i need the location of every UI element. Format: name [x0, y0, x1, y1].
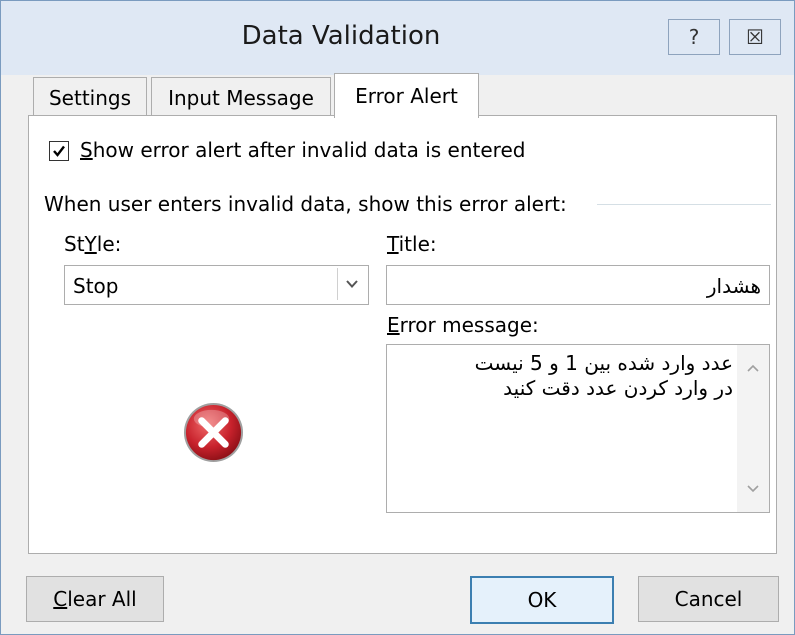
tab-input-message-label: Input Message	[168, 86, 314, 110]
cancel-button-label: Cancel	[674, 587, 743, 611]
cancel-button[interactable]: Cancel	[638, 576, 779, 622]
style-value: Stop	[73, 274, 119, 298]
close-icon: ☒	[746, 25, 764, 49]
tab-error-alert[interactable]: Error Alert	[334, 73, 479, 118]
checkmark-icon	[53, 145, 65, 157]
chevron-down-icon[interactable]	[337, 268, 366, 300]
tab-settings[interactable]: Settings	[33, 77, 147, 118]
group-separator	[597, 204, 771, 205]
tab-settings-label: Settings	[48, 86, 132, 110]
close-button[interactable]: ☒	[729, 19, 781, 55]
help-button[interactable]: ?	[668, 19, 720, 55]
title-bar[interactable]: Data Validation ? ☒	[1, 1, 794, 75]
error-message-scrollbar[interactable]	[737, 345, 769, 512]
tab-error-alert-label: Error Alert	[355, 84, 458, 108]
ok-button-label: OK	[527, 588, 557, 612]
clear-all-button[interactable]: Clear All	[26, 576, 164, 622]
title-input[interactable]: هشدار	[386, 265, 770, 305]
error-message-textarea[interactable]: عدد وارد شده بین 1 و 5 نیست در وارد کردن…	[386, 344, 770, 513]
show-error-alert-label[interactable]: Show error alert after invalid data is e…	[80, 138, 525, 162]
ok-button[interactable]: OK	[470, 576, 614, 624]
style-select[interactable]: Stop	[64, 265, 369, 305]
style-label: StYle:	[64, 232, 122, 256]
tab-input-message[interactable]: Input Message	[151, 77, 331, 118]
error-stop-icon	[183, 402, 244, 463]
scroll-down-arrow-icon[interactable]	[737, 474, 769, 504]
title-label: Title:	[387, 232, 437, 256]
help-icon: ?	[688, 25, 700, 49]
title-input-value: هشدار	[706, 274, 761, 298]
invalid-data-group-label: When user enters invalid data, show this…	[44, 192, 567, 216]
error-message-label: Error message:	[387, 313, 539, 337]
show-error-alert-checkbox[interactable]	[49, 141, 69, 161]
error-message-text: عدد وارد شده بین 1 و 5 نیست در وارد کردن…	[474, 351, 733, 400]
scroll-up-arrow-icon[interactable]	[737, 353, 769, 383]
dialog-title: Data Validation	[241, 21, 441, 51]
data-validation-dialog: Data Validation ? ☒ Settings Input Messa…	[0, 0, 795, 635]
